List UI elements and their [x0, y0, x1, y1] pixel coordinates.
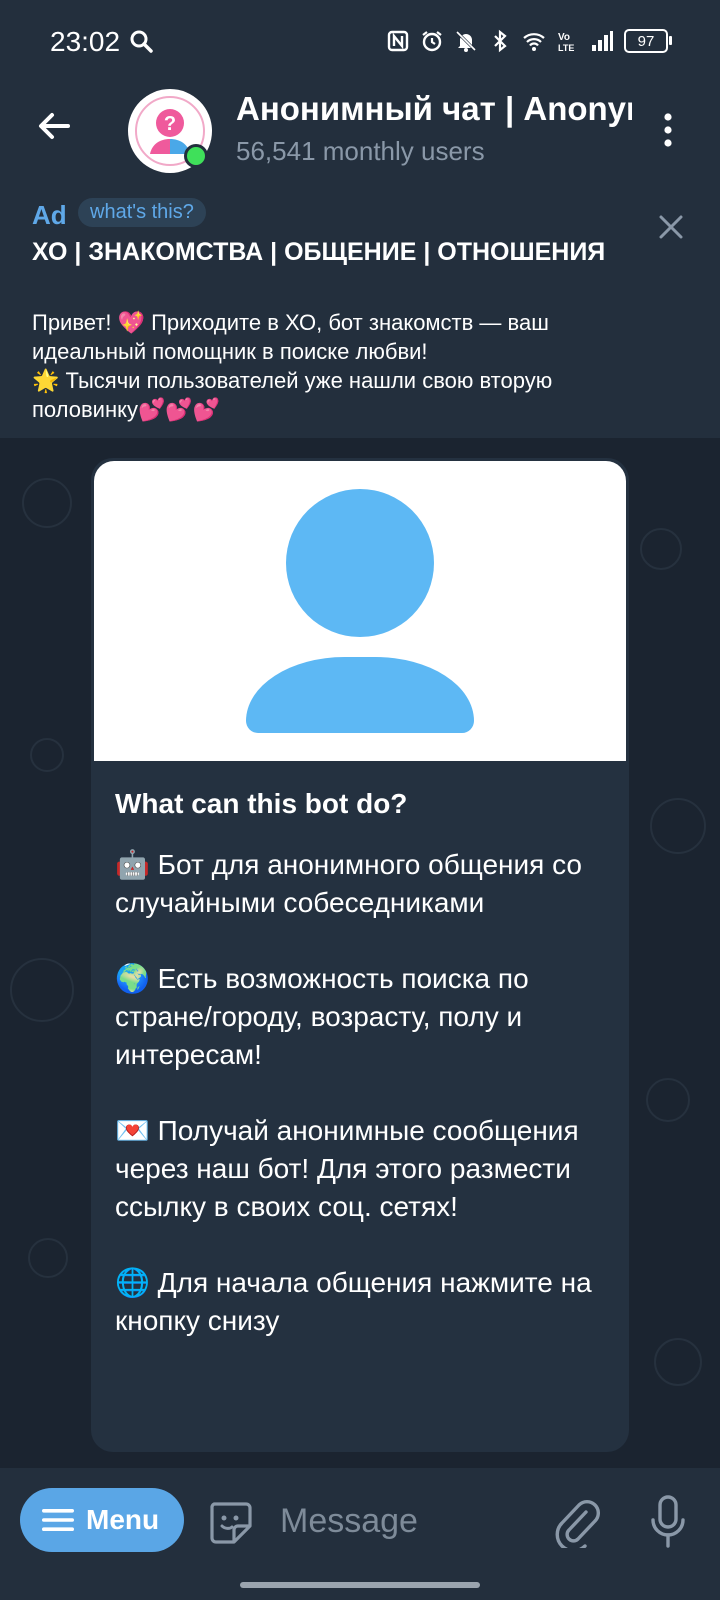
message-input[interactable]	[278, 1494, 522, 1548]
signal-icon	[592, 31, 613, 51]
ad-whats-this-button[interactable]: what's this?	[78, 198, 206, 227]
home-indicator[interactable]	[240, 1582, 480, 1588]
bot-placeholder-image	[94, 461, 626, 761]
back-arrow-icon[interactable]	[34, 106, 74, 146]
menu-button[interactable]: Menu	[20, 1488, 184, 1552]
alarm-icon	[422, 31, 442, 52]
battery-icon: 97	[624, 29, 672, 53]
bot-description: 🤖 Бот для анонимного общения со случайны…	[115, 849, 592, 1336]
attach-icon[interactable]	[552, 1496, 600, 1548]
message-input-bar: Menu	[0, 1468, 720, 1600]
more-vert-icon[interactable]	[660, 110, 676, 150]
svg-text:?: ?	[164, 113, 176, 135]
menu-label: Menu	[86, 1504, 160, 1535]
search-icon	[130, 30, 153, 53]
status-time: 23:02	[50, 26, 121, 57]
ad-text: Привет! 💖 Приходите в ХО, бот знакомств …	[32, 310, 553, 422]
sponsored-ad[interactable]: Ad what's this? ХО | ЗНАКОМСТВА | ОБЩЕНИ…	[0, 184, 720, 438]
status-icons: Vo LTE 97	[386, 24, 672, 58]
chat-title[interactable]: Анонимный чат | Anonymous chat	[236, 90, 632, 128]
wifi-icon	[523, 33, 545, 51]
ad-label: Ad	[32, 200, 67, 230]
bluetooth-icon	[494, 29, 507, 53]
ad-title: ХО | ЗНАКОМСТВА | ОБЩЕНИЕ | ОТНОШЕНИЯ	[32, 238, 606, 266]
status-bar: 23:02 Vo LTE 97	[0, 0, 720, 84]
microphone-icon[interactable]	[648, 1494, 688, 1550]
volte-icon: VoLTE	[558, 32, 574, 53]
hamburger-icon	[42, 1509, 74, 1531]
bell-off-icon	[455, 30, 477, 52]
chat-subtitle: 56,541 monthly users	[236, 136, 485, 166]
svg-text:Vo: Vo	[558, 32, 570, 43]
svg-text:LTE: LTE	[558, 43, 574, 53]
nfc-icon	[387, 30, 409, 52]
online-status-dot	[184, 144, 208, 168]
bot-card-heading: What can this bot do?	[115, 788, 408, 819]
user-silhouette-body	[246, 657, 474, 733]
battery-level: 97	[637, 32, 655, 50]
chat-header: ? Анонимный чат | Anonymous chat 56,541 …	[0, 84, 720, 184]
user-silhouette-head	[286, 489, 434, 637]
close-icon[interactable]	[658, 214, 684, 240]
bot-info-card: What can this bot do? 🤖 Бот для анонимно…	[91, 458, 629, 1452]
sticker-icon[interactable]	[206, 1498, 254, 1546]
